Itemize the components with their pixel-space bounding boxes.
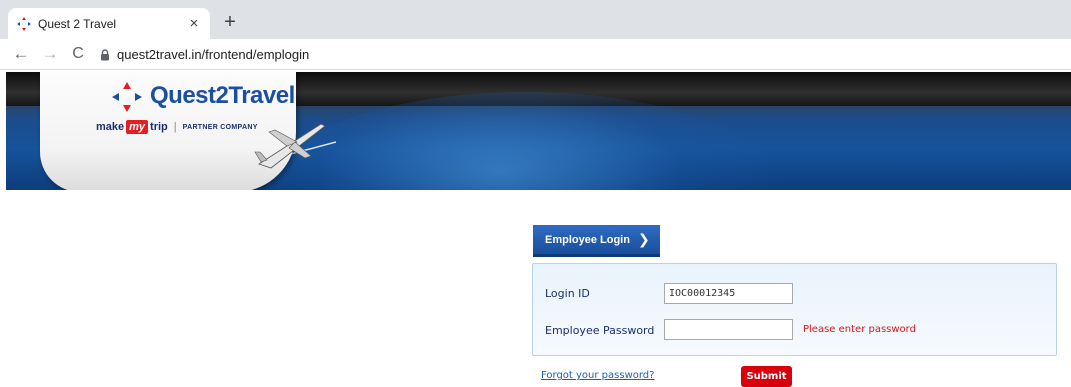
tab-close-icon[interactable]: × — [186, 15, 202, 32]
login-id-input[interactable] — [664, 283, 793, 304]
login-id-label: Login ID — [545, 287, 590, 300]
lock-icon[interactable] — [100, 48, 110, 61]
logo-trip: trip — [150, 121, 168, 133]
quest2travel-logo-icon — [112, 82, 142, 112]
address-bar[interactable]: quest2travel.in/frontend/emplogin — [117, 47, 309, 62]
logo-text: Quest2Travel — [150, 82, 295, 109]
employee-login-tab-label: Employee Login — [545, 233, 630, 246]
globe-image — [266, 92, 786, 190]
submit-button[interactable]: Submit — [741, 366, 792, 387]
employee-password-label: Employee Password — [545, 324, 655, 337]
makemytrip-partner-logo: make my trip | PARTNER COMPANY — [96, 120, 258, 134]
forward-arrow-icon[interactable]: → — [40, 44, 60, 64]
forgot-password-link[interactable]: Forgot your password? — [541, 370, 654, 381]
employee-password-input[interactable] — [664, 319, 793, 340]
login-form-panel: Login ID Employee Password Please enter … — [532, 263, 1057, 356]
browser-tab[interactable]: Quest 2 Travel × — [8, 8, 210, 39]
logo-my: my — [126, 120, 149, 134]
airplane-icon — [254, 123, 326, 169]
quest2travel-favicon-icon — [16, 16, 32, 32]
logo-make: make — [96, 121, 125, 133]
partner-company-label: PARTNER COMPANY — [182, 123, 258, 131]
chevron-right-icon: ❯ — [637, 231, 650, 247]
reload-icon[interactable]: C — [68, 44, 88, 64]
password-error-message: Please enter password — [803, 324, 916, 335]
employee-login-tab[interactable]: Employee Login ❯ — [533, 225, 660, 257]
new-tab-icon[interactable]: + — [220, 12, 240, 32]
tab-title: Quest 2 Travel — [38, 16, 117, 31]
browser-toolbar: ← → C quest2travel.in/frontend/emplogin — [0, 39, 1071, 70]
back-arrow-icon[interactable]: ← — [11, 44, 31, 64]
site-header-banner: Quest2Travel make my trip | PARTNER COMP… — [6, 72, 1071, 190]
logo-separator: | — [173, 121, 177, 133]
browser-tabstrip: Quest 2 Travel × + — [0, 0, 1071, 39]
